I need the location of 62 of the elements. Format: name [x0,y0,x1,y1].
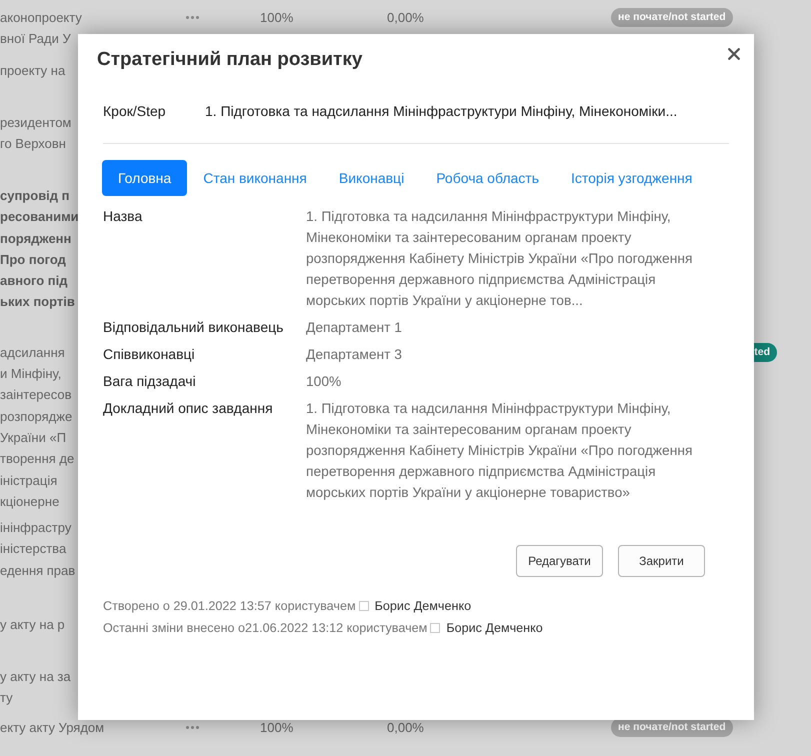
task-name-text: екту акту Урядом [0,718,104,737]
task-name-text: проекту на [0,62,66,80]
field-label: Відповідальний виконавець [103,318,284,337]
user-name: Борис Демченко [374,599,472,613]
dialog-close-button[interactable] [728,48,740,60]
progress-text: 0,00% [387,9,424,27]
audit-text: Створено о 29.01.2022 13:57 користувачем [103,599,356,613]
task-name-text: авного під [0,272,68,290]
field-value: Департамент 3 [306,346,403,364]
task-name-text: України «П [0,428,66,447]
task-name-text: творення де [0,450,74,468]
progress-text: 0,00% [387,718,424,737]
task-name-text: едення прав [0,562,76,580]
task-name-text: у акту на р [0,616,65,634]
more-icon[interactable] [186,726,199,730]
field-value: 1. Підготовка та надсилання Мінінфраструктури Мінфіну, Мінекономіки та заінтересованим органам проекту розпорядження Кабінету Міністрів України «Про погодження перетворення державного підприємства Адміністрація морських портів України у акціонерне товариство» [306,400,694,502]
task-name-text: інінфрастру [0,519,72,538]
task-name-text: вної Ради У [0,30,71,48]
field-value: Департамент 1 [306,318,403,337]
task-name-text: порядженн [0,230,72,248]
field-label: Назва [103,206,144,226]
task-name-text: резидентом [0,114,72,132]
weight-text: 100% [260,9,294,27]
task-name-text: ресованими [0,208,79,226]
task-name-text: Про погод [0,250,66,269]
step-label: Крок/Step [103,102,167,121]
step-value: 1. Підготовка та надсилання Мінінфраструктури Мінфіну, Мінекономіки... [205,102,678,121]
audit-text: Останні зміни внесено о21.06.2022 13:12 користувачем [103,621,428,635]
field-value: 100% [306,372,342,390]
task-name-text: іністерства [0,540,66,558]
square-icon [430,623,440,633]
task-name-text: кціонерне [0,492,60,511]
task-name-text: супровід п [0,186,70,205]
field-label: Вага підзадачі [103,372,197,391]
tab[interactable]: Історія узгодження [555,160,708,196]
dialog-title: Стратегічний план розвитку [97,48,362,72]
task-name-text: у акту на за [0,668,71,686]
status-badge: ted [753,342,777,362]
task-name-text: го Верховн [0,135,66,154]
task-name-text: ту [0,689,13,708]
edit-button[interactable]: Редагувати [516,545,603,577]
weight-text: 100% [260,718,294,737]
tab[interactable]: Стан виконання [187,160,323,196]
task-name-text: розпорядже [0,408,72,426]
task-name-text: заінтересов [0,386,72,404]
status-badge: не почате/not started [611,8,733,28]
task-name-text: адсилання [0,344,65,362]
field-label: Докладний опис завдання [103,398,274,418]
task-name-text: ьких портів [0,293,75,312]
task-name-text: аконопроекту [0,9,82,27]
square-icon [358,601,369,611]
close-icon [728,48,740,60]
task-name-text: іністрація [0,472,58,490]
field-value: 1. Підготовка та надсилання Мінінфраструктури Мінфіну, Мінекономіки та заінтересованим органам проекту розпорядження Кабінету Міністрів України «Про погодження перетворення державного підприємства Адміністрація морських портів України у акціонерне тов... [306,208,694,310]
tab[interactable]: Виконавці [322,160,420,196]
tab[interactable]: Робоча область [420,160,555,196]
tab[interactable]: Головна [102,160,188,196]
more-icon[interactable] [186,16,199,20]
field-label: Співвиконавці [103,344,196,364]
close-button[interactable]: Закрити [618,545,705,577]
user-name: Борис Демченко [446,621,543,635]
task-name-text: и Мінфіну, [0,365,62,384]
